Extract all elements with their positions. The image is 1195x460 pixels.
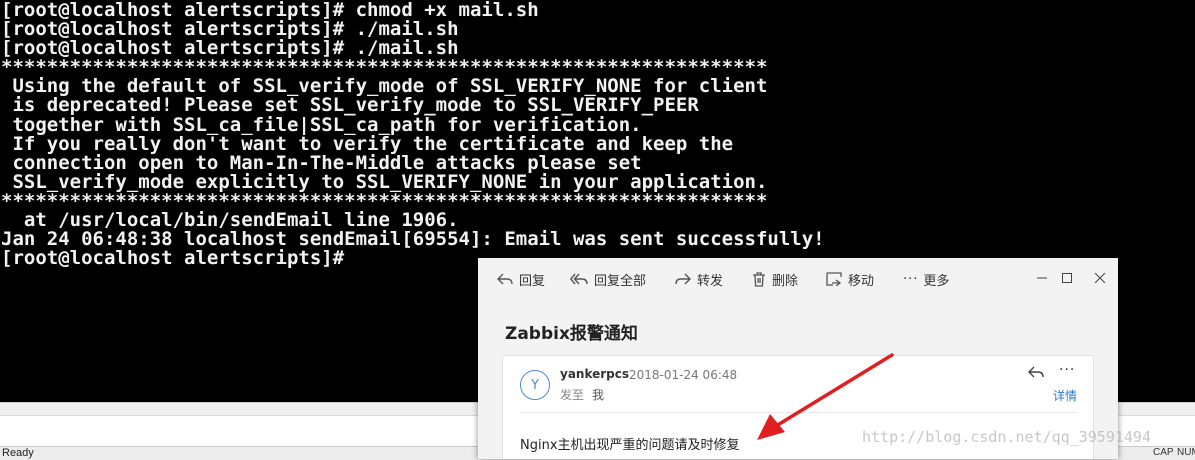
more-label: 更多 [923, 273, 950, 289]
trash-icon [753, 271, 765, 287]
move-button[interactable]: 移动 [826, 268, 874, 290]
forward-button[interactable]: 转发 [675, 268, 723, 290]
move-icon [826, 272, 842, 286]
terminal-line: ****************************************… [1, 191, 768, 212]
delete-label: 删除 [772, 273, 799, 289]
maximize-button[interactable] [1059, 270, 1075, 286]
more-dots-icon: ··· [1059, 362, 1076, 378]
caps-indicator: CAP [1153, 447, 1174, 458]
message-more-button[interactable]: ··· [1059, 362, 1075, 378]
reply-icon [497, 273, 513, 285]
terminal-line: Using the default of SSL_verify_mode of … [1, 77, 768, 97]
maximize-icon [1062, 273, 1072, 283]
forward-icon [675, 273, 691, 285]
reply-all-button[interactable]: 回复全部 [570, 268, 646, 290]
terminal-line: Jan 24 06:48:38 localhost sendEmail[6955… [1, 230, 825, 250]
num-indicator: NUM [1177, 447, 1195, 458]
reply-button[interactable]: 回复 [497, 268, 545, 290]
reply-icon [1028, 366, 1044, 378]
terminal-line: is deprecated! Please set SSL_verify_mod… [1, 96, 699, 116]
mail-toolbar: 回复 回复全部 转发 删除 移动 ··· 更多 [478, 258, 1118, 298]
divider [520, 412, 1076, 413]
watermark: http://blog.csdn.net/qq_39591494 [862, 428, 1151, 446]
quick-reply-button[interactable] [1028, 364, 1044, 383]
message-body: Nginx主机出现严重的问题请及时修复 [520, 438, 740, 453]
terminal-line: connection open to Man-In-The-Middle att… [1, 153, 642, 173]
minimize-button[interactable] [1034, 270, 1050, 286]
message-date: 2018-01-24 06:48 [629, 368, 738, 382]
delete-button[interactable]: 删除 [752, 268, 798, 290]
mail-subject: Zabbix报警通知 [505, 324, 638, 344]
terminal-line: If you really don't want to verify the c… [1, 134, 734, 154]
status-text: Ready [2, 447, 34, 459]
terminal-line: ****************************************… [1, 58, 768, 78]
terminal-line: [root@localhost alertscripts]# ./mail.sh [1, 20, 459, 40]
reply-all-icon [570, 273, 588, 285]
close-button[interactable] [1092, 270, 1108, 286]
more-dots-icon: ··· [903, 271, 919, 287]
recipient-value: 我 [592, 388, 605, 402]
avatar[interactable]: Y [520, 370, 550, 400]
status-indicators: CAP NUM [1151, 447, 1195, 460]
reply-all-label: 回复全部 [594, 273, 647, 289]
close-icon [1095, 273, 1105, 283]
more-button[interactable]: ··· 更多 [903, 268, 949, 290]
terminal-line: [root@localhost alertscripts]# chmod +x … [1, 1, 539, 21]
recipient-row: 发至我 [560, 386, 604, 403]
terminal-line: together with SSL_ca_file|SSL_ca_path fo… [1, 115, 642, 135]
terminal-line: at /usr/local/bin/sendEmail line 1906. [1, 211, 459, 231]
move-label: 移动 [848, 273, 875, 289]
forward-label: 转发 [697, 273, 724, 289]
details-link[interactable]: 详情 [1053, 387, 1077, 404]
reply-label: 回复 [519, 273, 546, 289]
recipient-label: 发至 [560, 388, 585, 402]
terminal-line: [root@localhost alertscripts]# ./mail.sh [1, 39, 459, 59]
minimize-icon [1037, 277, 1047, 279]
sender-name[interactable]: yankerpcs [560, 367, 629, 381]
terminal-line: SSL_verify_mode explicitly to SSL_VERIFY… [1, 172, 768, 192]
